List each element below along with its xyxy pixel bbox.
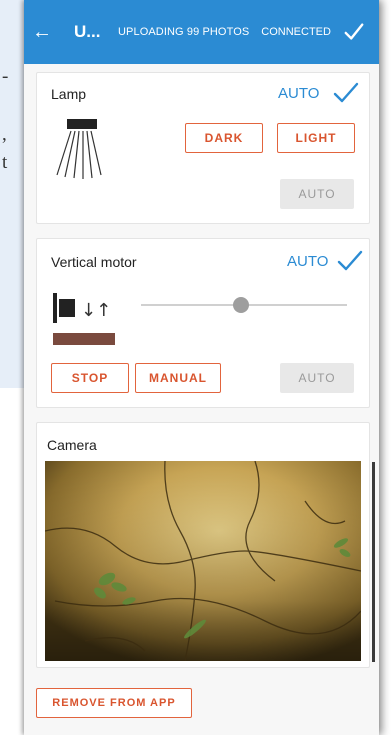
- motor-mode-status: AUTO: [287, 253, 329, 270]
- background-text-fragment: ,: [2, 124, 7, 145]
- lamp-auto-button[interactable]: AUTO: [280, 179, 354, 209]
- motor-auto-check-icon: [337, 250, 363, 271]
- app-bar: ← U... UPLOADING 99 PHOTOS CONNECTED: [24, 0, 379, 64]
- manual-button[interactable]: MANUAL: [135, 363, 221, 393]
- lamp-card: Lamp AUTO DARK LIGHT AUTO: [36, 72, 370, 224]
- connection-status: CONNECTED: [261, 26, 331, 38]
- upload-status: UPLOADING 99 PHOTOS: [118, 26, 250, 38]
- camera-feed-image: [45, 461, 361, 661]
- checkmark-icon[interactable]: [343, 21, 365, 43]
- svg-text:↓↑: ↓↑: [81, 300, 111, 321]
- remove-from-app-button[interactable]: REMOVE FROM APP: [36, 688, 192, 718]
- vertical-motor-title: Vertical motor: [51, 254, 137, 270]
- lamp-title: Lamp: [51, 86, 87, 102]
- motor-icon: ↓↑: [53, 293, 115, 345]
- lamp-icon: [56, 119, 102, 179]
- light-button[interactable]: LIGHT: [277, 123, 355, 153]
- motor-auto-button[interactable]: AUTO: [280, 363, 354, 393]
- back-arrow-icon[interactable]: ←: [32, 21, 58, 44]
- background-text-fragment: -: [2, 66, 9, 87]
- motor-slider-thumb[interactable]: [233, 297, 249, 313]
- vertical-motor-card: Vertical motor AUTO ↓↑ STOP MANUAL AUTO: [36, 238, 370, 408]
- stop-button[interactable]: STOP: [51, 363, 129, 393]
- app-bar-title: U...: [74, 22, 101, 41]
- background-text-fragment: t: [2, 152, 8, 173]
- lamp-auto-check-icon: [333, 82, 359, 103]
- phone-screen: ← U... UPLOADING 99 PHOTOS CONNECTED Lam…: [24, 0, 379, 735]
- camera-card: Camera: [36, 422, 370, 668]
- camera-title: Camera: [47, 437, 97, 453]
- lamp-mode-status: AUTO: [278, 85, 320, 102]
- dark-button[interactable]: DARK: [185, 123, 263, 153]
- scrollbar[interactable]: [372, 462, 375, 662]
